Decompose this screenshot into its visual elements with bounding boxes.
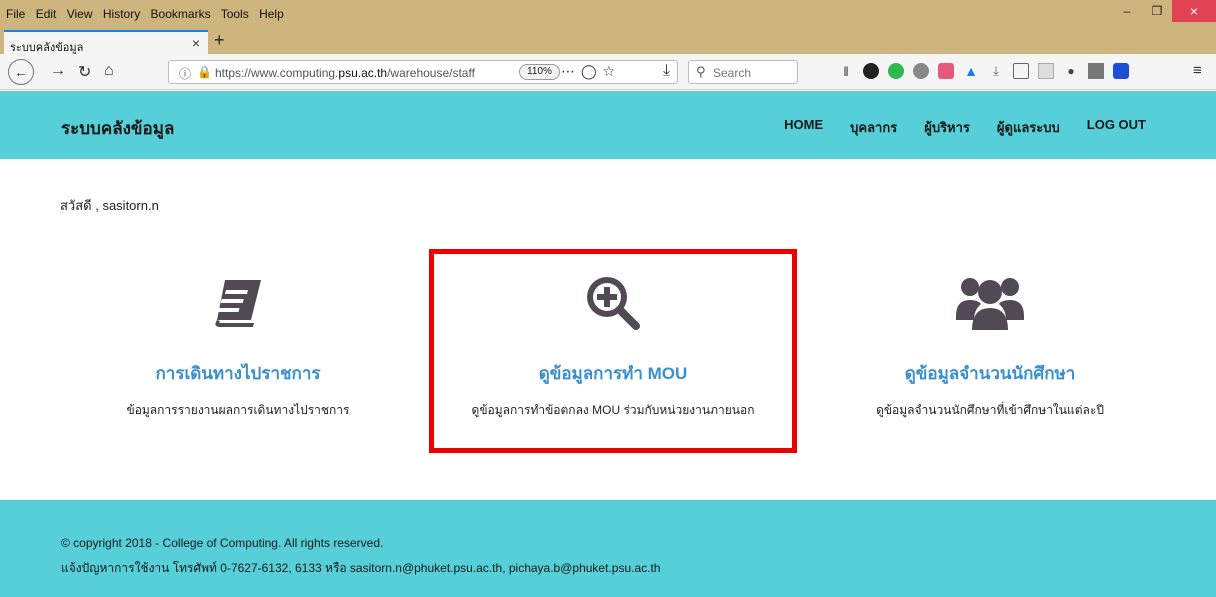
extension-gear-icon[interactable]	[913, 63, 929, 79]
menu-tools[interactable]: Tools	[221, 7, 249, 21]
restore-button[interactable]: ❐	[1142, 0, 1172, 22]
home-icon[interactable]: ⌂	[104, 62, 114, 80]
back-button[interactable]: ←	[8, 59, 34, 85]
sidebar-icon[interactable]	[1013, 63, 1029, 79]
site-footer: © copyright 2018 - College of Computing.…	[0, 500, 1216, 597]
new-tab-button[interactable]: +	[214, 30, 225, 51]
pocket-icon[interactable]: ◯	[581, 63, 603, 79]
extension-pink-icon[interactable]	[938, 63, 954, 79]
download-icon[interactable]: ⤓	[663, 62, 670, 80]
grammarly-icon[interactable]	[888, 63, 904, 79]
forward-icon[interactable]: →	[50, 62, 66, 80]
minimize-button[interactable]: –	[1112, 0, 1142, 22]
card-travel-title[interactable]: การเดินทางไปราชการ	[38, 360, 438, 387]
card-students-desc: ดูข้อมูลจำนวนนักศึกษาที่เข้าศึกษาในแต่ละ…	[876, 403, 1104, 417]
page-actions-icon[interactable]: ⋯	[561, 63, 581, 79]
zoom-indicator[interactable]: 110%	[519, 64, 560, 80]
library-icon[interactable]: ‖	[838, 63, 854, 79]
card-students-title[interactable]: ดูข้อมูลจำนวนนักศึกษา	[790, 360, 1190, 387]
menu-list: File Edit View History Bookmarks Tools H…	[6, 7, 291, 21]
highlight-box	[429, 249, 797, 453]
back-arrow-icon: ←	[14, 64, 28, 80]
bookmark-star-icon[interactable]: ☆	[603, 63, 622, 79]
card-students[interactable]: ดูข้อมูลจำนวนนักศึกษา ดูข้อมูลจำนวนนักศึ…	[790, 270, 1190, 420]
browser-menubar: File Edit View History Bookmarks Tools H…	[0, 0, 1216, 28]
extension-icons: ‖ ▲ ⤓ ●	[838, 63, 1129, 79]
site-brand[interactable]: ระบบคลังข้อมูล	[61, 115, 174, 142]
nav-staff[interactable]: บุคลากร	[850, 117, 897, 138]
copyright-text: © copyright 2018 - College of Computing.…	[61, 536, 384, 550]
page-actions: ⋯◯☆	[561, 63, 621, 80]
card-travel-desc: ข้อมูลการรายงานผลการเดินทางไปราชการ	[126, 403, 350, 417]
tab-strip: ระบบคลังข้อมูล × +	[0, 28, 1216, 54]
info-icon[interactable]: ⓘ	[179, 65, 191, 82]
close-window-button[interactable]: ×	[1172, 0, 1216, 22]
tab-close-icon[interactable]: ×	[192, 35, 200, 51]
contact-text: แจ้งปัญหาการใช้งาน โทรศัพท์ 0-7627-6132,…	[61, 561, 661, 575]
menu-help[interactable]: Help	[259, 7, 284, 21]
greeting-text: สวัสดี , sasitorn.n	[60, 198, 159, 213]
menu-view[interactable]: View	[67, 7, 93, 21]
reader-icon[interactable]	[1038, 63, 1054, 79]
hamburger-menu-icon[interactable]: ≡	[1193, 62, 1202, 79]
url-text[interactable]: https://www.computing.psu.ac.th/warehous…	[215, 66, 485, 80]
users-icon	[956, 278, 1024, 330]
lock-icon: 🔒	[197, 65, 212, 79]
nav-admin[interactable]: ผู้ดูแลระบบ	[997, 117, 1060, 138]
main-nav: HOME บุคลากร ผู้บริหาร ผู้ดูแลระบบ LOG O…	[757, 117, 1146, 138]
extension-blue-icon[interactable]	[1113, 63, 1129, 79]
downloads-icon[interactable]: ⤓	[988, 63, 1004, 79]
nav-home[interactable]: HOME	[784, 117, 823, 138]
card-travel[interactable]: การเดินทางไปราชการ ข้อมูลการรายงานผลการเ…	[38, 270, 438, 420]
browser-toolbar: ← → ↻ ⌂ ⓘ 🔒 https://www.computing.psu.ac…	[0, 54, 1216, 90]
book-icon	[215, 280, 261, 327]
extension-gray-icon[interactable]	[1088, 63, 1104, 79]
browser-tab[interactable]: ระบบคลังข้อมูล ×	[4, 30, 208, 54]
nav-logout[interactable]: LOG OUT	[1087, 117, 1146, 138]
nav-executives[interactable]: ผู้บริหาร	[924, 117, 970, 138]
extension-cap-icon[interactable]: ▲	[963, 63, 979, 79]
window-controls: – ❐ ×	[1112, 0, 1216, 28]
menu-edit[interactable]: Edit	[36, 7, 57, 21]
search-bar[interactable]: ⚲ Search	[688, 60, 798, 84]
search-placeholder: Search	[713, 66, 752, 80]
extension-key-icon[interactable]: ●	[1063, 63, 1079, 79]
site-header: ระบบคลังข้อมูล HOME บุคลากร ผู้บริหาร ผู…	[0, 91, 1216, 159]
search-icon: ⚲	[696, 64, 706, 79]
menu-file[interactable]: File	[6, 7, 25, 21]
extension-dark-icon[interactable]	[863, 63, 879, 79]
menu-history[interactable]: History	[103, 7, 140, 21]
reload-icon[interactable]: ↻	[78, 62, 91, 82]
menu-bookmarks[interactable]: Bookmarks	[151, 7, 211, 21]
url-bar[interactable]: ⓘ 🔒 https://www.computing.psu.ac.th/ware…	[168, 60, 678, 84]
